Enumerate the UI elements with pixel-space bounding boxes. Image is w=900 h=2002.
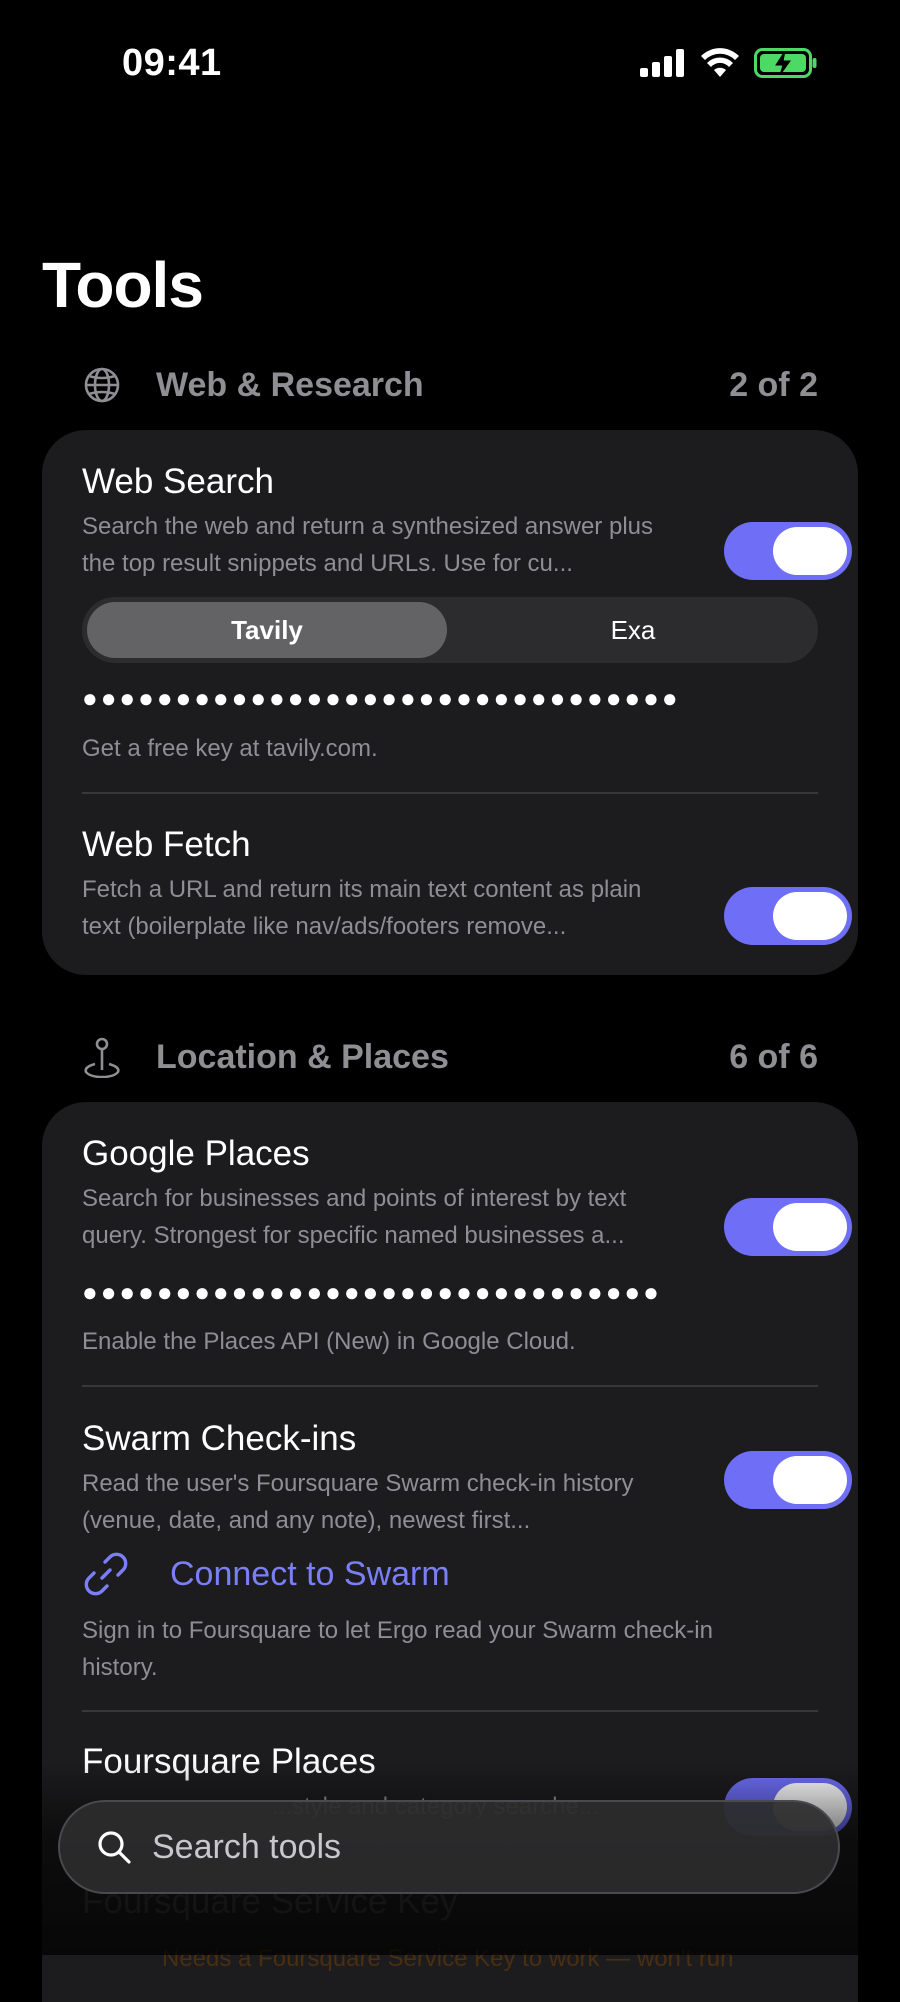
api-key-hint: Enable the Places API (New) in Google Cl…	[82, 1328, 576, 1355]
cellular-signal-icon	[640, 49, 684, 77]
connect-swarm-label: Connect to Swarm	[170, 1554, 450, 1593]
divider	[82, 1710, 818, 1712]
map-pin-icon	[82, 1037, 122, 1078]
web-fetch-toggle[interactable]	[724, 887, 852, 945]
section-header-location-places: Location & Places 6 of 6	[82, 1027, 818, 1087]
tool-name: Swarm Check-ins	[82, 1419, 357, 1458]
section-header-web-research: Web & Research 2 of 2	[82, 355, 818, 415]
provider-segmented-control[interactable]: Tavily Exa	[82, 597, 818, 663]
tool-row-foursquare-service-key: Foursquare Service Key Needs a Foursquar…	[82, 1882, 818, 1992]
status-time: 09:41	[122, 42, 222, 84]
tool-card-web-research: Web Search Search the web and return a s…	[42, 430, 858, 975]
battery-charging-icon	[754, 48, 817, 78]
toggle-knob	[773, 892, 847, 940]
section-title: Web & Research	[156, 365, 424, 404]
swarm-checkins-toggle[interactable]	[724, 1451, 852, 1509]
tool-description: Search for businesses and points of inte…	[82, 1185, 627, 1249]
segment-tavily[interactable]: Tavily	[87, 602, 447, 658]
wifi-icon	[701, 48, 739, 77]
segment-exa[interactable]: Exa	[453, 602, 813, 658]
swarm-hint: Sign in to Foursquare to let Ergo read y…	[82, 1617, 713, 1681]
tool-description: Search the web and return a synthesized …	[82, 513, 653, 577]
search-icon	[96, 1827, 136, 1867]
section-count: 2 of 2	[729, 365, 818, 404]
api-key-field[interactable]: ●●●●●●●●●●●●●●●●●●●●●●●●●●●●●●●●	[82, 683, 681, 714]
search-input[interactable]	[150, 1826, 754, 1868]
toggle-knob	[773, 1203, 847, 1251]
tool-name: Web Fetch	[82, 825, 251, 864]
tool-name: Foursquare Places	[82, 1742, 376, 1781]
tool-row-web-search: Web Search Search the web and return a s…	[82, 462, 852, 580]
tool-name: Google Places	[82, 1134, 310, 1173]
status-bar: 09:41	[0, 0, 900, 130]
tool-row-google-places: Google Places Search for businesses and …	[82, 1134, 852, 1256]
google-places-toggle[interactable]	[724, 1198, 852, 1256]
web-search-toggle[interactable]	[724, 522, 852, 580]
link-icon	[84, 1552, 128, 1596]
tool-description: Read the user's Foursquare Swarm check-i…	[82, 1470, 634, 1534]
section-title: Location & Places	[156, 1037, 449, 1076]
section-count: 6 of 6	[729, 1037, 818, 1076]
divider	[82, 1385, 818, 1387]
api-key-hint: Get a free key at tavily.com.	[82, 735, 378, 762]
status-icons	[640, 48, 818, 78]
search-bar[interactable]	[58, 1800, 840, 1894]
page-title: Tools	[42, 249, 204, 321]
tool-hint: Needs a Foursquare Service Key to work —…	[162, 1945, 734, 1972]
tool-row-swarm-checkins: Swarm Check-ins Read the user's Foursqua…	[82, 1419, 852, 1534]
tool-description: Fetch a URL and return its main text con…	[82, 876, 642, 940]
globe-icon	[82, 365, 122, 405]
divider	[82, 792, 818, 794]
toggle-knob	[773, 527, 847, 575]
connect-swarm-link[interactable]: Connect to Swarm	[82, 1550, 450, 1598]
api-key-field[interactable]: ●●●●●●●●●●●●●●●●●●●●●●●●●●●●●●●	[82, 1277, 662, 1308]
tool-row-web-fetch: Web Fetch Fetch a URL and return its mai…	[82, 825, 852, 945]
toggle-knob	[773, 1456, 847, 1504]
tool-name: Web Search	[82, 462, 274, 501]
